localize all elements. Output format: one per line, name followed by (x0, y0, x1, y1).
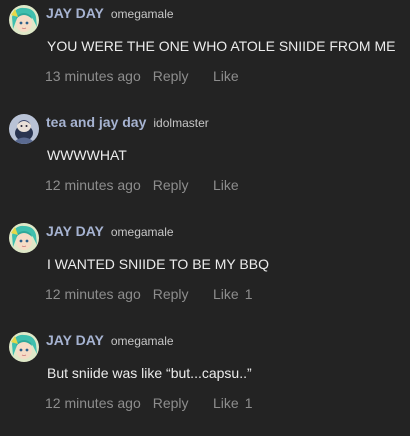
comment-timestamp[interactable]: 12 minutes ago (45, 177, 141, 193)
like-label: Like (213, 395, 239, 411)
like-count: 1 (244, 286, 253, 302)
reply-button[interactable]: Reply (153, 286, 189, 302)
comment-author[interactable]: tea and jay day (46, 114, 146, 130)
anime-character-avatar-icon (9, 5, 39, 35)
reply-button[interactable]: Reply (153, 177, 189, 193)
like-label: Like (213, 177, 239, 193)
comment: JAY DAY omegamale I WANTED SNIIDE TO BE … (0, 218, 410, 327)
comment-text: But sniide was like “but...capsu..” (47, 365, 252, 381)
comment-flair: omegamale (110, 7, 174, 21)
anime-character-avatar-icon (9, 223, 39, 253)
like-button[interactable]: Like 1 (213, 395, 252, 411)
comment-header: JAY DAY omegamale (46, 223, 174, 243)
comment-text: I WANTED SNIIDE TO BE MY BBQ (47, 256, 269, 272)
comment: tea and jay day idolmaster WWWWHAT 12 mi… (0, 109, 410, 218)
avatar[interactable] (9, 5, 39, 35)
like-button[interactable]: Like (213, 177, 245, 193)
comment-flair: idolmaster (153, 116, 209, 130)
like-button[interactable]: Like (213, 68, 245, 84)
character-avatar-icon (9, 114, 39, 144)
comment-timestamp[interactable]: 12 minutes ago (45, 286, 141, 302)
comment-flair: omegamale (110, 225, 174, 239)
comment-text: YOU WERE THE ONE WHO ATOLE SNIIDE FROM M… (47, 38, 396, 54)
avatar[interactable] (9, 223, 39, 253)
comment-text: WWWWHAT (47, 147, 127, 163)
comment-list: JAY DAY omegamale YOU WERE THE ONE WHO A… (0, 0, 410, 436)
comment-header: JAY DAY omegamale (46, 332, 174, 352)
like-label: Like (213, 286, 239, 302)
comment-timestamp[interactable]: 13 minutes ago (45, 68, 141, 84)
comment-actions: 13 minutes ago Reply Like (45, 68, 239, 84)
comment: JAY DAY omegamale But sniide was like “b… (0, 327, 410, 436)
comment-header: JAY DAY omegamale (46, 5, 174, 25)
comment-flair: omegamale (110, 334, 174, 348)
anime-character-avatar-icon (9, 332, 39, 362)
comment-actions: 12 minutes ago Reply Like 1 (45, 395, 252, 411)
like-label: Like (213, 68, 239, 84)
comment: JAY DAY omegamale YOU WERE THE ONE WHO A… (0, 0, 410, 109)
like-count: 1 (244, 395, 253, 411)
comment-author[interactable]: JAY DAY (46, 223, 104, 239)
avatar[interactable] (9, 332, 39, 362)
comment-timestamp[interactable]: 12 minutes ago (45, 395, 141, 411)
comment-header: tea and jay day idolmaster (46, 114, 209, 134)
avatar[interactable] (9, 114, 39, 144)
comment-actions: 12 minutes ago Reply Like (45, 177, 239, 193)
comment-actions: 12 minutes ago Reply Like 1 (45, 286, 252, 302)
comment-author[interactable]: JAY DAY (46, 5, 104, 21)
reply-button[interactable]: Reply (153, 395, 189, 411)
like-button[interactable]: Like 1 (213, 286, 252, 302)
reply-button[interactable]: Reply (153, 68, 189, 84)
comment-author[interactable]: JAY DAY (46, 332, 104, 348)
